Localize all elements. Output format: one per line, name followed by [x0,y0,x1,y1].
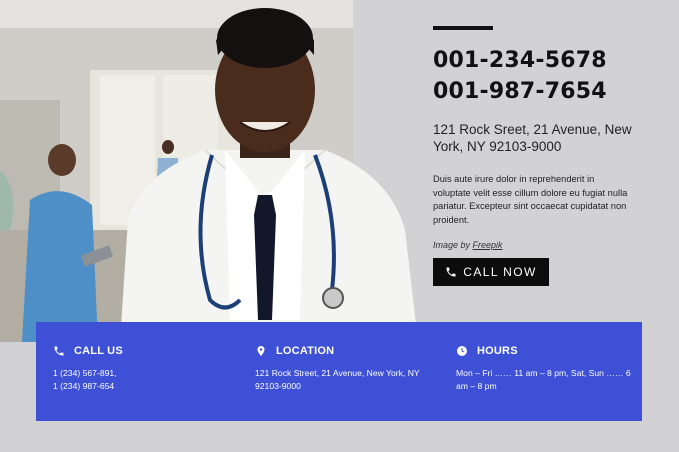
location-line-1: 121 Rock Street, 21 Avenue, New York, NY [255,368,420,378]
phone-number-1[interactable]: 001-234-5678 [433,45,653,76]
description-text: Duis aute irure dolor in reprehenderit i… [433,174,628,225]
phone-icon [445,266,457,278]
call-us-line-2[interactable]: 1 (234) 987-654 [53,380,233,393]
contact-bar: CALL US 1 (234) 567-891, 1 (234) 987-654… [36,322,642,421]
freepik-link[interactable]: Freepik [473,240,503,250]
location-title: LOCATION [276,345,335,357]
hours-column: HOURS Mon – Fri …… 11 am – 8 pm, Sat, Su… [456,345,631,393]
address-text: 121 Rock Sreet, 21 Avenue, New York, NY … [433,122,632,154]
call-us-line-1[interactable]: 1 (234) 567-891, [53,367,233,380]
call-now-button[interactable]: CALL NOW [433,258,549,286]
call-now-label: CALL NOW [463,265,537,279]
hours-line-1: Mon – Fri …… 11 am – 8 pm, Sat, Sun …… 6 [456,368,631,378]
location-column: LOCATION 121 Rock Street, 21 Avenue, New… [255,345,445,393]
image-credit: Image by Freepik [433,240,653,250]
phone-number-2[interactable]: 001-987-7654 [433,76,653,107]
hours-title: HOURS [477,345,518,357]
hours-line-2: am – 8 pm [456,381,497,391]
contact-info-panel: 001-234-5678 001-987-7654 121 Rock Sreet… [433,26,653,250]
clock-icon [456,345,468,357]
location-line-2: 92103-9000 [255,381,301,391]
doctor-figure [100,0,430,342]
title-rule [433,26,493,30]
phone-icon [53,345,65,357]
image-credit-prefix: Image by [433,240,471,250]
call-us-column: CALL US 1 (234) 567-891, 1 (234) 987-654 [53,345,233,393]
location-pin-icon [255,345,267,357]
call-us-title: CALL US [74,345,123,357]
